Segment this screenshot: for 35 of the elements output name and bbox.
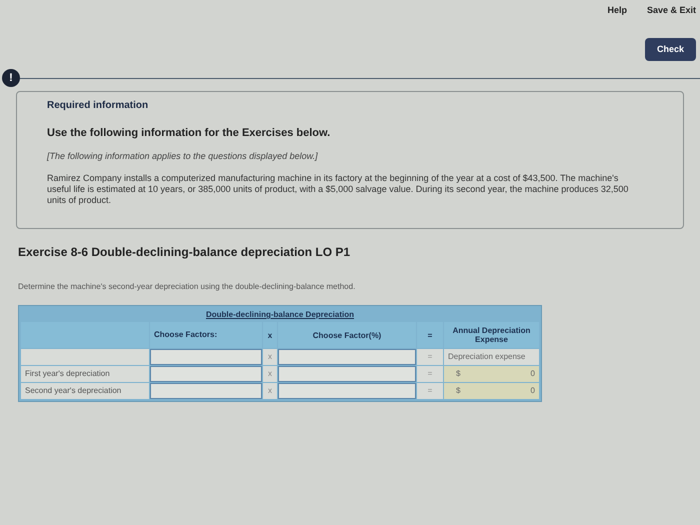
column-caption: Depreciation expense	[444, 349, 539, 365]
header-link[interactable]: Save & Exit	[646, 4, 696, 18]
table-title: Double-declining-balance Depreciation	[206, 310, 354, 319]
header-cell: =	[417, 322, 443, 348]
exercise-title: Exercise 8-6 Double-declining-balance depreciation LO P1	[18, 244, 352, 261]
equals-sign: =	[417, 349, 443, 365]
factor-input[interactable]	[150, 383, 262, 399]
times-sign: x	[263, 383, 277, 399]
row-label: First year's depreciation	[21, 366, 149, 382]
header-cell: Choose Factor(%)	[278, 322, 416, 348]
times-sign: x	[263, 349, 277, 365]
percent-input[interactable]	[278, 383, 416, 399]
header-cell: x	[263, 322, 277, 348]
factor-input[interactable]	[150, 349, 262, 365]
header-link[interactable]: Help	[607, 4, 627, 18]
header-cell: Annual Depreciation Expense	[444, 322, 539, 348]
percent-input[interactable]	[278, 366, 416, 382]
alert-badge: !	[2, 69, 20, 87]
percent-input[interactable]	[278, 349, 416, 365]
result-value: 0	[530, 385, 535, 397]
currency-sign: $	[455, 368, 460, 380]
equals-sign: =	[417, 383, 443, 399]
info-heading: Required information	[47, 99, 150, 113]
result-value: 0	[530, 368, 535, 380]
times-sign: x	[263, 366, 277, 382]
check-button[interactable]: Check	[644, 38, 696, 61]
row-label: Second year's depreciation	[21, 383, 149, 399]
equals-sign: =	[417, 366, 443, 382]
info-paragraph: Ramirez Company installs a computerized manufacturing machine in its factory at the beginning of the year at a cost of $43,500. The machine's useful life is estimated at 10 years, or 385,000 units of product, with a $5,000 salvage value. During its second year, the machine produces 32,500 units of product.	[47, 173, 630, 206]
header-cell: Choose Factors:	[150, 322, 262, 348]
factor-input[interactable]	[150, 366, 262, 382]
currency-sign: $	[455, 385, 460, 397]
info-note: [The following information applies to the questions displayed below.]	[47, 150, 319, 163]
info-subheading: Use the following information for the Exercises below.	[47, 126, 332, 141]
exercise-instruction: Determine the machine's second-year depreciation using the double-declining-balance method.	[18, 281, 356, 293]
